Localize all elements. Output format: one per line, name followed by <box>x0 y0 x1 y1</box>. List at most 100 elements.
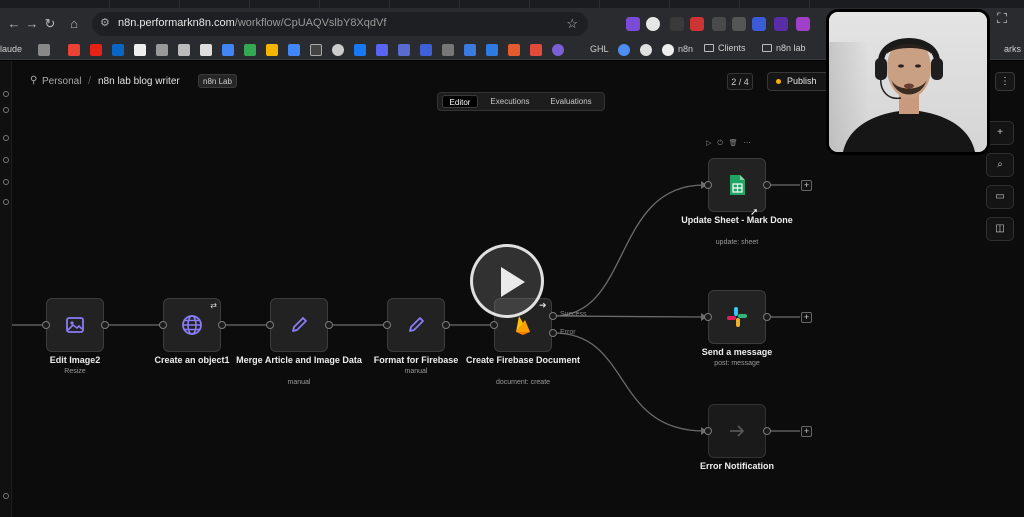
bookmark-icon[interactable] <box>508 44 520 56</box>
linkedin-icon[interactable] <box>112 44 124 56</box>
bookmark-icon[interactable] <box>552 44 564 56</box>
browser-tab[interactable] <box>250 0 320 8</box>
bookmark-icon[interactable] <box>376 44 388 56</box>
bookmark-icon[interactable] <box>398 44 410 56</box>
fullscreen-icon[interactable]: ⛶ <box>994 10 1010 26</box>
input-port[interactable] <box>42 321 50 329</box>
node-format-firebase[interactable] <box>387 298 445 352</box>
input-port[interactable] <box>704 313 712 321</box>
input-port[interactable] <box>383 321 391 329</box>
bookmark-icon[interactable] <box>662 44 674 56</box>
bookmark-icon[interactable] <box>464 44 476 56</box>
browser-tab[interactable] <box>600 0 670 8</box>
video-play-button[interactable] <box>470 244 544 318</box>
node-send-message[interactable] <box>708 290 766 344</box>
bookmark-icon[interactable] <box>266 44 278 56</box>
output-port[interactable] <box>763 313 771 321</box>
input-port[interactable] <box>490 321 498 329</box>
extension-icon[interactable] <box>774 17 788 31</box>
browser-tab[interactable] <box>530 0 600 8</box>
output-port[interactable] <box>218 321 226 329</box>
bookmark-icon[interactable] <box>38 44 50 56</box>
bookmark-icon[interactable] <box>156 44 168 56</box>
browser-tab[interactable] <box>40 0 110 8</box>
bookmark-icon[interactable] <box>640 44 652 56</box>
bookmark-icon[interactable] <box>442 44 454 56</box>
more-options-button[interactable]: ⋮ <box>995 72 1015 91</box>
gmail-icon[interactable] <box>68 44 80 56</box>
bookmark-item[interactable]: GHL <box>590 44 609 54</box>
browser-tab[interactable] <box>180 0 250 8</box>
node-create-object1[interactable]: ⇄ <box>163 298 221 352</box>
output-port-error[interactable] <box>549 329 557 337</box>
browser-tab[interactable] <box>670 0 740 8</box>
bookmark-icon[interactable] <box>310 44 322 56</box>
bookmark-icon[interactable] <box>354 44 366 56</box>
home-icon[interactable]: ⌂ <box>66 16 82 32</box>
bookmark-item[interactable]: n8n <box>678 44 693 54</box>
version-counter[interactable]: 2 / 4 <box>727 73 753 90</box>
output-port[interactable] <box>763 427 771 435</box>
input-port[interactable] <box>159 321 167 329</box>
arrow-right-icon[interactable]: ➜ <box>539 300 547 311</box>
add-node-button[interactable]: + <box>801 426 812 437</box>
bookmark-icon[interactable] <box>200 44 212 56</box>
bookmark-icon[interactable] <box>486 44 498 56</box>
extension-icon[interactable] <box>646 17 660 31</box>
sidebar-icon[interactable] <box>3 157 9 163</box>
node-update-sheet[interactable] <box>708 158 766 212</box>
extension-icon[interactable] <box>690 17 704 31</box>
bookmark-icon[interactable] <box>244 44 256 56</box>
sidebar-icon[interactable] <box>3 199 9 205</box>
output-port-success[interactable] <box>549 312 557 320</box>
extension-icon[interactable] <box>670 17 684 31</box>
add-node-button[interactable]: + <box>801 312 812 323</box>
forward-icon[interactable]: → <box>24 16 40 32</box>
browser-tab[interactable] <box>740 0 810 8</box>
add-node-button[interactable]: + <box>801 180 812 191</box>
extension-icon[interactable] <box>752 17 766 31</box>
bookmark-item[interactable]: laude <box>0 44 22 54</box>
sticky-note-icon[interactable]: ▭ <box>986 185 1014 209</box>
connection-line[interactable] <box>553 184 705 317</box>
panel-toggle-icon[interactable]: ◫ <box>986 217 1014 241</box>
site-settings-icon[interactable]: ⚙ <box>100 16 110 29</box>
browser-tab[interactable] <box>460 0 530 8</box>
output-port[interactable] <box>442 321 450 329</box>
browser-tab[interactable] <box>110 0 180 8</box>
extension-icon[interactable] <box>626 17 640 31</box>
search-icon[interactable]: ⌕ <box>986 153 1014 177</box>
sidebar-icon[interactable] <box>3 91 9 97</box>
output-port[interactable] <box>325 321 333 329</box>
breadcrumb-project[interactable]: Personal <box>42 76 81 87</box>
bookmark-item[interactable]: arks <box>1004 44 1021 54</box>
bookmark-icon[interactable] <box>530 44 542 56</box>
input-port[interactable] <box>266 321 274 329</box>
extension-icon[interactable] <box>712 17 726 31</box>
node-error-notification[interactable] <box>708 404 766 458</box>
bookmark-folder[interactable]: n8n lab <box>762 43 806 53</box>
bookmark-icon[interactable] <box>178 44 190 56</box>
input-port[interactable] <box>704 427 712 435</box>
bookmark-icon[interactable] <box>332 44 344 56</box>
node-merge-article[interactable] <box>270 298 328 352</box>
bookmark-icon[interactable] <box>618 44 630 56</box>
workflow-name[interactable]: n8n lab blog writer <box>98 76 180 87</box>
sidebar-icon[interactable] <box>3 107 9 113</box>
node-edit-image2[interactable] <box>46 298 104 352</box>
bookmark-folder[interactable]: Clients <box>704 43 746 53</box>
back-icon[interactable]: ← <box>6 16 22 32</box>
sidebar-icon[interactable] <box>3 135 9 141</box>
input-port[interactable] <box>704 181 712 189</box>
extension-icon[interactable] <box>732 17 746 31</box>
add-node-button[interactable]: + <box>986 121 1014 145</box>
bookmark-star-icon[interactable]: ☆ <box>566 16 578 32</box>
bookmark-icon[interactable] <box>420 44 432 56</box>
browser-tab[interactable] <box>320 0 390 8</box>
bookmark-icon[interactable] <box>134 44 146 56</box>
youtube-icon[interactable] <box>90 44 102 56</box>
address-bar[interactable]: ⚙ n8n.performarkn8n.com/workflow/CpUAQVs… <box>92 12 588 36</box>
output-port[interactable] <box>101 321 109 329</box>
workflow-tag[interactable]: n8n Lab <box>198 74 237 88</box>
sidebar-icon[interactable] <box>3 493 9 499</box>
